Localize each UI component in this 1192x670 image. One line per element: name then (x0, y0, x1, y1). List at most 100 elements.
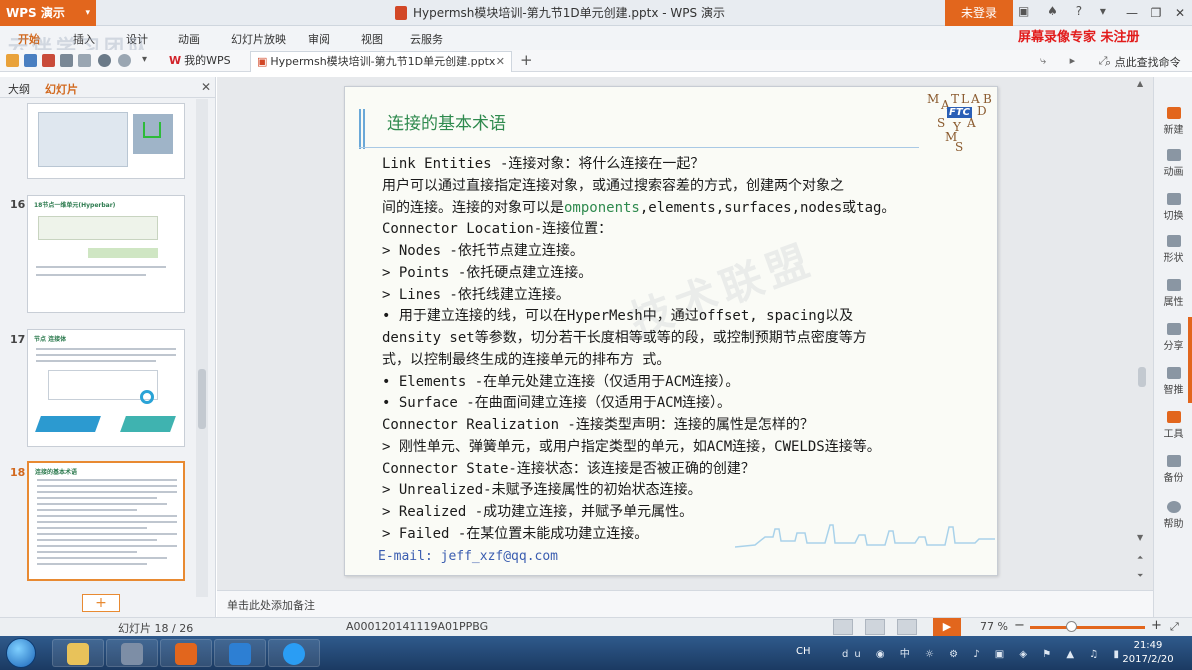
scroll-up-icon[interactable]: ▲ (1137, 79, 1143, 88)
scroll-down-icon[interactable]: ▼ (1137, 533, 1143, 542)
play-slideshow-button[interactable]: ▶ (933, 618, 961, 636)
slide-thumbnail-18-selected[interactable]: 连接的基本术语 (27, 461, 185, 581)
wps-presentation-icon (175, 643, 197, 665)
slide-thumbnail-16[interactable]: 18节点一维单元(Hyperbar) (27, 195, 185, 313)
taskbar-app-cube[interactable] (106, 639, 158, 667)
sidebar-item-share[interactable]: 分享 (1154, 323, 1192, 352)
current-slide[interactable]: 连接的基本术语 M A T L A B FTC D S Y M A S 技术联盟… (344, 86, 998, 576)
menu-start[interactable]: 开始 (18, 31, 40, 47)
close-tab-icon[interactable]: ✕ (496, 52, 505, 71)
taskbar-baidu-cloud[interactable] (268, 639, 320, 667)
text-line: 用户可以通过直接指定连接对象，或通过搜索容差的方式，创建两个对象之 (382, 178, 844, 194)
animation-icon (1166, 149, 1181, 161)
sidebar-item-properties[interactable]: 属性 (1154, 279, 1192, 308)
pptx-file-icon (395, 6, 407, 20)
menu-slideshow[interactable]: 幻灯片放映 (231, 31, 286, 47)
fit-window-icon[interactable]: ⤢ (1170, 620, 1179, 634)
pane-expand-handle[interactable] (1188, 317, 1192, 403)
lightbulb-icon (1166, 367, 1181, 379)
new-tab-icon[interactable]: + (514, 51, 539, 72)
tab-slides[interactable]: 幻灯片 (45, 81, 78, 97)
notes-pane[interactable]: 单击此处添加备注 (217, 590, 1153, 617)
chevron-down-icon[interactable]: ▾ (142, 54, 155, 67)
sidebar-item-new[interactable]: 新建 (1154, 107, 1192, 136)
scrollbar-thumb[interactable] (1138, 367, 1146, 387)
zoom-slider[interactable] (1030, 626, 1145, 629)
system-clock[interactable]: 21:49 2017/2/20 (1118, 639, 1178, 667)
zoom-level[interactable]: 77 % (980, 620, 1008, 633)
taskbar-wps-writer[interactable] (214, 639, 266, 667)
panel-scrollbar[interactable] (196, 99, 208, 597)
restore-icon[interactable]: ❐ (1144, 0, 1168, 26)
tab-my-wps[interactable]: W 我的WPS (163, 51, 237, 72)
tab-document[interactable]: ▣ Hypermsh模块培训-第九节1D单元创建.pptx ✕ (250, 51, 512, 72)
sidebar-item-backup[interactable]: 备份 (1154, 455, 1192, 484)
save-icon[interactable] (24, 54, 37, 67)
sidebar-item-help[interactable]: 帮助 (1154, 501, 1192, 530)
login-button[interactable]: 未登录 (945, 0, 1013, 26)
sidebar-item-animation[interactable]: 动画 (1154, 149, 1192, 178)
text-line: > 刚性单元、弹簧单元，或用户指定类型的单元，如ACM连接，CWELDS连接等。 (382, 439, 881, 455)
minimize-icon[interactable]: — (1120, 0, 1144, 26)
next-slide-icon[interactable]: ⏷ (1137, 571, 1143, 581)
zoom-slider-handle[interactable] (1066, 621, 1077, 632)
menu-cloud[interactable]: 云服务 (410, 31, 443, 47)
contact-email[interactable]: E-mail: jeff_xzf@qq.com (378, 549, 558, 564)
system-tray-icons[interactable]: du ◉ 中 ☼ ⚙ ♪ ▣ ◈ ⚑ ▲ ♫ ▮ (842, 645, 1125, 660)
slide-number: 18 (10, 466, 26, 479)
taskbar-explorer[interactable] (52, 639, 104, 667)
wps-app-menu-button[interactable]: WPS 演示 ▾ (0, 0, 96, 26)
text-line: > Unrealized-未赋予连接属性的初始状态连接。 (382, 482, 702, 498)
slide-number: 16 (10, 198, 26, 211)
input-language[interactable]: CH (796, 646, 811, 657)
text-line: • 用于建立连接的线，可以在HyperMesh中，通过offset, spaci… (382, 308, 854, 324)
menu-review[interactable]: 审阅 (308, 31, 330, 47)
folder-icon (67, 643, 89, 665)
city-skyline-decoration (735, 524, 995, 548)
pdf-icon[interactable] (42, 54, 55, 67)
menu-view[interactable]: 视图 (361, 31, 383, 47)
open-icon[interactable] (6, 54, 19, 67)
slide-canvas[interactable]: 连接的基本术语 M A T L A B FTC D S Y M A S 技术联盟… (217, 77, 1153, 590)
backup-icon (1166, 455, 1181, 467)
taskbar-wps-presentation[interactable] (160, 639, 212, 667)
reading-view-button[interactable] (897, 619, 917, 635)
search-icon: ⌕ (1105, 56, 1115, 69)
sorter-view-button[interactable] (865, 619, 885, 635)
normal-view-button[interactable] (833, 619, 853, 635)
cube-icon (121, 643, 143, 665)
slide-title[interactable]: 连接的基本术语 (387, 109, 506, 134)
menu-insert[interactable]: 插入 (73, 31, 95, 47)
close-icon[interactable]: ✕ (201, 80, 211, 94)
title-toolbar-icons[interactable]: ▣ ♠ ? ▾ (1018, 4, 1113, 18)
prev-slide-icon[interactable]: ⏶ (1137, 553, 1143, 563)
sidebar-item-transition[interactable]: 切换 (1154, 193, 1192, 222)
scrollbar-thumb[interactable] (198, 369, 206, 429)
zoom-in-icon[interactable]: + (1151, 618, 1162, 633)
text-line: > Nodes -依托节点建立连接。 (382, 243, 584, 259)
canvas-scrollbar[interactable]: ▲ ▼ ⏶ ⏷ (1135, 77, 1149, 590)
text-line: > Lines -依托线建立连接。 (382, 287, 570, 303)
close-icon[interactable]: ✕ (1168, 0, 1192, 26)
zoom-out-icon[interactable]: − (1014, 618, 1025, 633)
tab-outline[interactable]: 大纲 (8, 81, 30, 97)
redo-icon[interactable] (118, 54, 131, 67)
slide-thumbnail-15[interactable] (27, 103, 185, 179)
menu-animation[interactable]: 动画 (178, 31, 200, 47)
preview-icon[interactable] (78, 54, 91, 67)
text-line: > Failed -在某位置未能成功建立连接。 (382, 526, 649, 542)
task-pane-bar: 新建 动画 切换 形状 属性 分享 智推 工具 备份 帮助 (1153, 77, 1192, 617)
sidebar-item-shape[interactable]: 形状 (1154, 235, 1192, 264)
sidebar-item-smart[interactable]: 智推 (1154, 367, 1192, 396)
command-search[interactable]: ⌕ 点此查找命令 (1105, 54, 1181, 70)
add-slide-button[interactable]: + (82, 594, 120, 612)
sidebar-item-tools[interactable]: 工具 (1154, 411, 1192, 440)
slide-thumbnail-17[interactable]: 节点 连接体 (27, 329, 185, 447)
print-icon[interactable] (60, 54, 73, 67)
cloud-icon (283, 643, 305, 665)
start-button[interactable] (6, 638, 36, 668)
text-line: 式，以控制最终生成的连接单元的排布方 式。 (382, 352, 671, 368)
undo-icon[interactable] (98, 54, 111, 67)
menu-design[interactable]: 设计 (126, 31, 148, 47)
title-divider (359, 147, 919, 148)
